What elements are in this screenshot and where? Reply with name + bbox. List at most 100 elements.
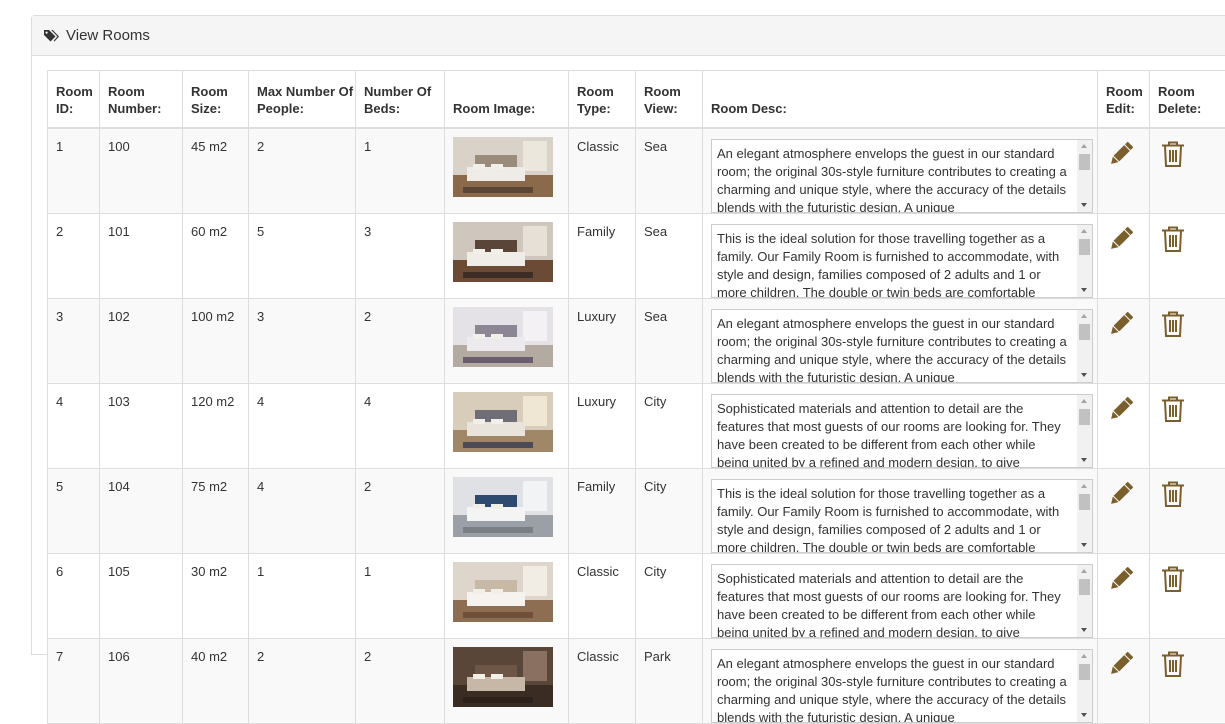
room-image-cell [445,553,569,638]
room-view-cell: City [636,553,703,638]
delete-room-button[interactable] [1158,309,1188,339]
desc-scrollbar[interactable] [1077,565,1092,637]
delete-room-button[interactable] [1158,224,1188,254]
scroll-down-arrow-icon[interactable] [1081,288,1087,292]
beds-cell: 3 [356,213,445,298]
edit-room-button[interactable] [1106,224,1136,254]
edit-room-button[interactable] [1106,309,1136,339]
max-people-cell: 2 [249,128,356,214]
scroll-up-arrow-icon[interactable] [1081,399,1087,403]
beds-cell: 2 [356,468,445,553]
room-image [453,392,553,452]
room-desc-textbox[interactable]: Sophisticated materials and attention to… [711,394,1093,468]
col-header-room-size: Room Size: [183,71,249,128]
room-number-cell: 105 [100,553,183,638]
room-delete-cell [1150,128,1225,214]
scroll-up-arrow-icon[interactable] [1081,314,1087,318]
desc-scrollbar[interactable] [1077,650,1092,722]
scroll-down-arrow-icon[interactable] [1081,203,1087,207]
scroll-down-arrow-icon[interactable] [1081,713,1087,717]
trash-icon [1158,394,1188,424]
desc-scrollbar[interactable] [1077,225,1092,297]
room-image [453,307,553,367]
scrollbar-thumb[interactable] [1079,579,1090,595]
max-people-cell: 2 [249,638,356,723]
col-header-room-edit: Room Edit: [1098,71,1150,128]
room-desc-cell: This is the ideal solution for those tra… [703,468,1098,553]
beds-cell: 1 [356,128,445,214]
room-delete-cell [1150,383,1225,468]
edit-room-button[interactable] [1106,139,1136,169]
scroll-up-arrow-icon[interactable] [1081,144,1087,148]
room-image [453,477,553,537]
room-edit-cell [1098,553,1150,638]
edit-room-button[interactable] [1106,564,1136,594]
pencil-icon [1106,394,1136,424]
edit-room-button[interactable] [1106,649,1136,679]
rooms-panel: View Rooms Room ID: Room Number: [31,15,1225,655]
room-desc-textbox[interactable]: An elegant atmosphere envelops the guest… [711,649,1093,723]
room-desc-textbox[interactable]: This is the ideal solution for those tra… [711,224,1093,298]
room-edit-cell [1098,128,1150,214]
room-desc-textbox[interactable]: This is the ideal solution for those tra… [711,479,1093,553]
max-people-cell: 4 [249,468,356,553]
room-image-cell [445,468,569,553]
room-delete-cell [1150,553,1225,638]
scroll-up-arrow-icon[interactable] [1081,654,1087,658]
delete-room-button[interactable] [1158,649,1188,679]
scroll-down-arrow-icon[interactable] [1081,543,1087,547]
room-id-cell: 7 [48,638,100,723]
room-size-cell: 60 m2 [183,213,249,298]
room-desc-textbox[interactable]: Sophisticated materials and attention to… [711,564,1093,638]
delete-room-button[interactable] [1158,394,1188,424]
scroll-down-arrow-icon[interactable] [1081,373,1087,377]
room-id-cell: 5 [48,468,100,553]
scroll-down-arrow-icon[interactable] [1081,458,1087,462]
table-row: 1 100 45 m2 2 1 Classic Sea An elegant a… [48,128,1225,214]
room-desc-textbox[interactable]: An elegant atmosphere envelops the guest… [711,309,1093,383]
desc-scrollbar[interactable] [1077,310,1092,382]
room-number-cell: 102 [100,298,183,383]
room-id-cell: 4 [48,383,100,468]
max-people-cell: 4 [249,383,356,468]
scroll-down-arrow-icon[interactable] [1081,628,1087,632]
desc-scrollbar[interactable] [1077,140,1092,212]
scrollbar-thumb[interactable] [1079,154,1090,170]
scroll-up-arrow-icon[interactable] [1081,229,1087,233]
scrollbar-thumb[interactable] [1079,409,1090,425]
room-edit-cell [1098,298,1150,383]
room-image-cell [445,298,569,383]
delete-room-button[interactable] [1158,479,1188,509]
pencil-icon [1106,309,1136,339]
beds-cell: 1 [356,553,445,638]
room-delete-cell [1150,638,1225,723]
room-desc-text: An elegant atmosphere envelops the guest… [712,650,1092,723]
room-desc-text: Sophisticated materials and attention to… [712,395,1092,468]
scrollbar-thumb[interactable] [1079,239,1090,255]
table-row: 5 104 75 m2 4 2 Family City This is the … [48,468,1225,553]
scrollbar-thumb[interactable] [1079,324,1090,340]
room-type-cell: Family [569,213,636,298]
room-desc-textbox[interactable]: An elegant atmosphere envelops the guest… [711,139,1093,213]
trash-icon [1158,139,1188,169]
edit-room-button[interactable] [1106,394,1136,424]
scrollbar-thumb[interactable] [1079,494,1090,510]
delete-room-button[interactable] [1158,564,1188,594]
max-people-cell: 5 [249,213,356,298]
col-header-room-image: Room Image: [445,71,569,128]
scroll-up-arrow-icon[interactable] [1081,569,1087,573]
room-view-cell: Sea [636,213,703,298]
scroll-up-arrow-icon[interactable] [1081,484,1087,488]
table-row: 6 105 30 m2 1 1 Classic City Sophisticat… [48,553,1225,638]
delete-room-button[interactable] [1158,139,1188,169]
room-size-cell: 30 m2 [183,553,249,638]
edit-room-button[interactable] [1106,479,1136,509]
pencil-icon [1106,224,1136,254]
beds-cell: 2 [356,638,445,723]
room-desc-text: An elegant atmosphere envelops the guest… [712,310,1092,383]
room-number-cell: 103 [100,383,183,468]
desc-scrollbar[interactable] [1077,395,1092,467]
desc-scrollbar[interactable] [1077,480,1092,552]
col-header-room-type: Room Type: [569,71,636,128]
scrollbar-thumb[interactable] [1079,664,1090,680]
